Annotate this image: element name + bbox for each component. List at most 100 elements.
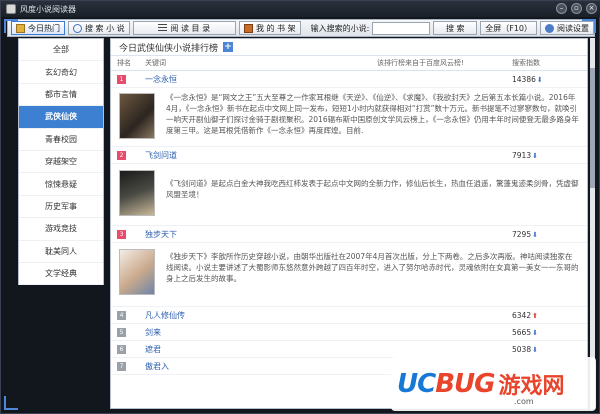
table-row[interactable]: 2 飞剑问道 7913⬇: [111, 147, 587, 164]
col-source: 该排行榜来自于百度风云榜!: [377, 59, 464, 67]
tab-search-novel-label: 搜 索 小 说: [85, 23, 125, 33]
arrow-down-icon: ⬇: [532, 230, 538, 239]
search-icon: [73, 23, 82, 33]
window-title: 风度小说阅读器: [20, 4, 76, 14]
book-link[interactable]: 凡人修仙传: [145, 310, 185, 321]
arrow-down-icon: ⬇: [532, 328, 538, 337]
book-link[interactable]: 飞剑问道: [145, 150, 177, 161]
ranking-title-text: 今日武侠仙侠小说排行榜: [119, 43, 219, 54]
sidebar-item-fan-fiction[interactable]: 耽美同人: [19, 241, 103, 263]
book-detail: 《飞剑问道》是起点白金大神我吃西红柿发表于起点中文网的全新力作，修仙后长生，热血…: [111, 164, 587, 226]
score-value: 5038: [512, 344, 532, 354]
tab-bookshelf-label: 我 的 书 架: [255, 23, 296, 33]
tab-today-hot-label: 今日热门: [28, 23, 60, 33]
fullscreen-button[interactable]: 全屏（F10）: [480, 21, 537, 35]
search-input[interactable]: [372, 21, 431, 35]
fullscreen-button-label: 全屏（F10）: [485, 23, 532, 33]
table-row[interactable]: 4 凡人修仙传 6342⬆: [111, 307, 587, 324]
restore-button[interactable]: ▫: [571, 3, 582, 14]
sidebar-item-campus[interactable]: 青春校园: [19, 129, 103, 151]
score-value: 14386: [512, 74, 536, 84]
arrow-up-icon: ⬆: [532, 311, 538, 320]
vertical-scrollbar[interactable]: [590, 38, 595, 409]
sidebar-item-fantasy[interactable]: 玄幻奇幻: [19, 61, 103, 84]
search-index: 7295⬇: [512, 230, 538, 239]
search-index: 6342⬆: [512, 311, 538, 320]
watermark-url: .com: [514, 397, 534, 406]
window-controls: – ▫ ×: [556, 3, 597, 14]
logo-uc: UC: [397, 369, 436, 399]
sidebar-item-classics[interactable]: 文学经典: [19, 263, 103, 286]
col-keyword: 关键词: [145, 59, 166, 67]
table-row[interactable]: 1 一念永恒 14386⬇: [111, 71, 587, 88]
arrow-down-icon: ⬇: [536, 75, 543, 84]
book-description: 《一念永恒》是“网文之王”五大至尊之一作家耳根继《天逆》、《仙逆》、《求魔》、《…: [166, 93, 579, 135]
app-icon: [6, 4, 16, 14]
sidebar-item-history-military[interactable]: 历史军事: [19, 196, 103, 219]
book-description: 《独步天下》李歆所作历史穿越小说，由朝华出版社在2007年4月首次出版，分上下两…: [166, 252, 579, 283]
book-detail: 《独步天下》李歆所作历史穿越小说，由朝华出版社在2007年4月首次出版，分上下两…: [111, 243, 587, 307]
tab-reading-toc[interactable]: 阅 读 目 录: [132, 21, 236, 35]
sidebar-item-gaming[interactable]: 游戏竞技: [19, 218, 103, 241]
search-index: 5038⬇: [512, 345, 538, 354]
tab-search-novel[interactable]: 搜 索 小 说: [68, 21, 130, 35]
score-value: 7295: [512, 229, 532, 239]
tab-reading-toc-label: 阅 读 目 录: [170, 23, 211, 33]
rank-badge: 7: [117, 361, 126, 371]
watermark-cn-text: 游戏网: [498, 374, 565, 399]
score-value: 7913: [512, 150, 532, 160]
scrollbar-thumb[interactable]: [590, 68, 595, 188]
table-row[interactable]: 3 独步天下 7295⬇: [111, 226, 587, 243]
search-label: 输入搜索的小说:: [310, 23, 370, 33]
search-button-label: 搜 索: [445, 23, 465, 33]
score-value: 6342: [512, 310, 532, 320]
sidebar-item-all[interactable]: 全部: [19, 39, 103, 62]
sidebar-item-thriller[interactable]: 惊悚悬疑: [19, 173, 103, 196]
search-index: 7913⬇: [512, 151, 538, 160]
tab-today-hot[interactable]: 今日热门: [11, 21, 65, 35]
frame-corner-decoration: [582, 19, 596, 33]
toolbar: 今日热门 搜 索 小 说 阅 读 目 录 我 的 书 架 输入搜索的小说: 搜 …: [7, 19, 595, 37]
sidebar-item-time-travel[interactable]: 穿越架空: [19, 151, 103, 174]
ucbug-logo: UCBUG: [397, 369, 495, 399]
frame-corner-decoration: [4, 396, 18, 410]
settings-icon: [545, 23, 554, 33]
book-link[interactable]: 独步天下: [145, 229, 177, 240]
search-button[interactable]: 搜 索: [433, 21, 478, 35]
rank-badge: 1: [117, 74, 126, 84]
tab-bookshelf[interactable]: 我 的 书 架: [238, 21, 301, 35]
table-row[interactable]: 6 遮君 5038⬇: [111, 341, 587, 358]
list-icon: [158, 23, 168, 33]
bookshelf-icon: [243, 23, 253, 33]
sidebar-item-wuxia[interactable]: 武侠仙侠: [19, 106, 103, 129]
book-link[interactable]: 遮君: [145, 344, 161, 355]
logo-bug: BUG: [435, 369, 495, 399]
rank-badge: 4: [117, 310, 126, 320]
search-index: 14386⬇: [512, 75, 543, 84]
rank-badge: 6: [117, 344, 126, 354]
table-row[interactable]: 5 剑来 5665⬇: [111, 324, 587, 341]
book-cover[interactable]: [119, 170, 155, 216]
col-rank: 排名: [117, 59, 131, 67]
ranking-title: 今日武侠仙侠小说排行榜 +: [111, 39, 587, 56]
minimize-button[interactable]: –: [556, 3, 567, 14]
rank-badge: 2: [117, 150, 126, 160]
book-cover[interactable]: [119, 249, 155, 295]
ucbug-watermark: UCBUG 游戏网 .com: [391, 357, 596, 411]
book-cover[interactable]: [119, 93, 155, 139]
book-link[interactable]: 傲君入: [145, 361, 169, 372]
arrow-down-icon: ⬇: [532, 151, 538, 160]
score-value: 5665: [512, 327, 532, 337]
sidebar-item-urban-romance[interactable]: 都市言情: [19, 84, 103, 107]
book-link[interactable]: 一念永恒: [145, 74, 177, 85]
close-button[interactable]: ×: [586, 3, 597, 14]
table-header: 排名 关键词 该排行榜来自于百度风云榜! 搜索指数: [111, 56, 587, 71]
search-index: 5665⬇: [512, 328, 538, 337]
title-bar: 风度小说阅读器 – ▫ ×: [1, 1, 600, 17]
rank-badge: 5: [117, 327, 126, 337]
category-sidebar: 全部 玄幻奇幻 都市言情 武侠仙侠 青春校园 穿越架空 惊悚悬疑 历史军事 游戏…: [18, 38, 104, 286]
plus-icon[interactable]: +: [223, 42, 234, 52]
rank-badge: 3: [117, 229, 126, 239]
book-link[interactable]: 剑来: [145, 327, 161, 338]
app-window: 风度小说阅读器 – ▫ × 今日热门 搜 索 小 说 阅 读 目 录 我 的 书…: [0, 0, 600, 414]
